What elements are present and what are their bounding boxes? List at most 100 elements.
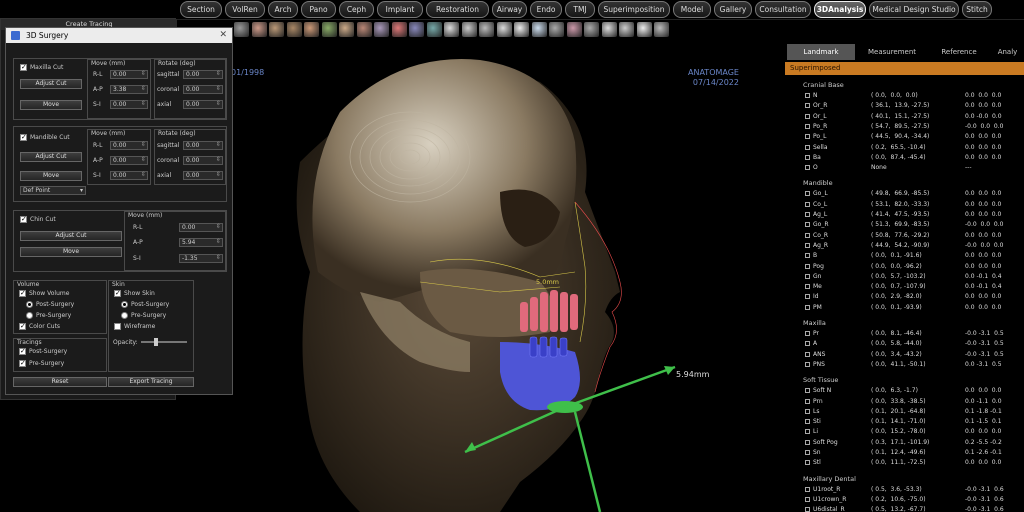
landmark-row[interactable]: Co_R ( 50.8, 77.6, -29.2) 0.0 0.0 0.0: [785, 231, 1024, 241]
tab-arch[interactable]: Arch: [268, 1, 298, 18]
landmark-checkbox[interactable]: [805, 232, 810, 238]
landmark-row[interactable]: Ls ( 0.1, 20.1, -64.8) 0.1 -1.8 -0.1: [785, 407, 1024, 417]
landmark-checkbox[interactable]: [805, 123, 810, 129]
dialog-titlebar[interactable]: 3D Surgery ✕: [6, 28, 232, 43]
skull-side-icon[interactable]: [304, 22, 319, 37]
hand-icon[interactable]: [321, 22, 337, 37]
tab-implant[interactable]: Implant: [377, 1, 423, 18]
landmark-checkbox[interactable]: [805, 134, 810, 140]
tab-stitch[interactable]: Stitch: [962, 1, 992, 18]
volume-pre-surgery-radio[interactable]: [26, 312, 33, 319]
tooth-front-icon[interactable]: [601, 22, 617, 37]
section-header[interactable]: Mandible: [803, 179, 833, 187]
landmark-row[interactable]: Li ( 0.0, 15.2, -78.0) 0.0 0.0 0.0: [785, 427, 1024, 437]
landmark-row[interactable]: Pog ( 0.0, 0.0, -96.2) 0.0 0.0 0.0: [785, 262, 1024, 272]
reset-button[interactable]: Reset: [13, 377, 107, 387]
color-cuts-checkbox[interactable]: [19, 322, 26, 330]
landmark-row[interactable]: Ag_L ( 41.4, 47.5, -93.5) 0.0 0.0 0.0: [785, 210, 1024, 220]
landmark-row[interactable]: Sti ( 0.1, 14.1, -71.0) 0.1 -1.5 0.1: [785, 417, 1024, 427]
export-icon[interactable]: [549, 22, 564, 37]
landmark-row[interactable]: Stl ( 0.0, 11.1, -72.5) 0.0 0.0 0.0: [785, 458, 1024, 468]
landmark-checkbox[interactable]: [805, 154, 810, 160]
landmark-checkbox[interactable]: [805, 429, 810, 435]
tab-reference[interactable]: Reference: [929, 44, 989, 60]
tab-3danalysis[interactable]: 3DAnalysis: [814, 1, 866, 18]
landmark-row[interactable]: Co_L ( 53.1, 82.0, -33.3) 0.0 0.0 0.0: [785, 200, 1024, 210]
landmark-row[interactable]: Pr ( 0.0, 8.1, -46.4) -0.0 -3.1 0.5: [785, 329, 1024, 339]
tab-restoration[interactable]: Restoration: [426, 1, 489, 18]
mandible-coronal-input[interactable]: 0.00: [183, 156, 223, 165]
mandible-sagittal-input[interactable]: 0.00: [183, 141, 223, 150]
landmark-row[interactable]: Id ( 0.0, 2.9, -82.0) 0.0 0.0 0.0: [785, 292, 1024, 302]
landmark-row[interactable]: B ( 0.0, 0.1, -91.6) 0.0 0.0 0.0: [785, 251, 1024, 261]
landmark-checkbox[interactable]: [805, 460, 810, 466]
landmark-row[interactable]: Prn ( 0.0, 33.8, -38.5) 0.0 -1.1 0.0: [785, 397, 1024, 407]
tab-analysis[interactable]: Analy: [991, 44, 1024, 60]
skull-bottom-icon[interactable]: [479, 22, 494, 37]
landmark-row[interactable]: U6distal_R ( 0.5, 13.2, -67.7) -0.0 -3.1 0…: [785, 505, 1024, 512]
wireframe-checkbox[interactable]: [114, 323, 121, 330]
landmark-row[interactable]: Soft Pog ( 0.3, 17.1, -101.9) 0.2 -5.5 -0.…: [785, 438, 1024, 448]
molar-icon[interactable]: [514, 22, 529, 37]
landmark-row[interactable]: Po_L ( 44.5, 90.4, -34.4) 0.0 0.0 0.0: [785, 132, 1024, 142]
landmark-row[interactable]: Or_R ( 36.1, 13.9, -27.5) 0.0 0.0 0.0: [785, 101, 1024, 111]
mandible-move-button[interactable]: Move: [20, 171, 82, 181]
mandible-si-input[interactable]: 0.00: [110, 171, 148, 180]
chin-rl-input[interactable]: 0.00: [179, 223, 223, 232]
tab-superimposition[interactable]: Superimposition: [598, 1, 670, 18]
landmark-checkbox[interactable]: [805, 263, 810, 269]
maxilla-axial-input[interactable]: 0.00: [183, 100, 223, 109]
landmark-row[interactable]: U1crown_R ( 0.2, 10.6, -75.0) -0.0 -3.1 0.…: [785, 495, 1024, 505]
maxilla-ap-input[interactable]: 3.38: [110, 85, 148, 94]
teeth-icon[interactable]: [444, 22, 459, 37]
tab-endo[interactable]: Endo: [530, 1, 562, 18]
landmark-row[interactable]: Sn ( 0.1, 12.4, -49.6) 0.1 -2.6 -0.1: [785, 448, 1024, 458]
settings-icon[interactable]: [636, 22, 652, 37]
show-volume-checkbox[interactable]: [19, 289, 26, 297]
landmark-checkbox[interactable]: [805, 242, 810, 248]
landmark-checkbox[interactable]: [805, 450, 810, 455]
landmark-row[interactable]: A ( 0.0, 5.8, -44.0) -0.0 -3.1 0.5: [785, 339, 1024, 349]
tab-medical-design-studio[interactable]: Medical Design Studio: [869, 1, 959, 18]
skin-post-surgery-radio[interactable]: [121, 301, 128, 308]
skull-front-icon[interactable]: [286, 22, 302, 37]
landmark-checkbox[interactable]: [805, 439, 810, 445]
show-skin-checkbox[interactable]: [114, 289, 121, 297]
chin-si-input[interactable]: -1.35: [179, 254, 223, 263]
maxilla-sagittal-input[interactable]: 0.00: [183, 70, 223, 79]
mandible-rl-input[interactable]: 0.00: [110, 141, 148, 150]
volume-post-surgery-radio[interactable]: [26, 301, 33, 308]
mandible-cut-checkbox[interactable]: [20, 133, 27, 141]
tab-tmj[interactable]: TMJ: [565, 1, 595, 18]
landmark-checkbox[interactable]: [805, 113, 810, 119]
opacity-slider[interactable]: [141, 338, 187, 346]
tab-section[interactable]: Section: [180, 1, 222, 18]
landmark-checkbox[interactable]: [805, 496, 810, 502]
tab-measurement[interactable]: Measurement: [857, 44, 927, 60]
mandible-axial-input[interactable]: 0.00: [183, 171, 223, 180]
skin-pre-surgery-radio[interactable]: [121, 312, 128, 319]
maxilla-cut-checkbox[interactable]: [20, 63, 27, 71]
opacity-slider-thumb[interactable]: [153, 338, 158, 346]
landmark-row[interactable]: Sella ( 0.2, 65.5, -10.4) 0.0 0.0 0.0: [785, 143, 1024, 153]
export-tracing-button[interactable]: Export Tracing: [108, 377, 194, 387]
landmark-checkbox[interactable]: [805, 507, 810, 512]
tab-gallery[interactable]: Gallery: [714, 1, 752, 18]
landmark-row[interactable]: Go_L ( 49.8, 66.9, -85.5) 0.0 0.0 0.0: [785, 189, 1024, 199]
landmark-checkbox[interactable]: [805, 331, 810, 336]
crosshair-icon[interactable]: [391, 22, 407, 37]
tab-consultation[interactable]: Consultation: [755, 1, 811, 18]
landmark-row[interactable]: Me ( 0.0, 0.7, -107.9) 0.0 -0.1 0.4: [785, 282, 1024, 292]
landmark-row[interactable]: ANS ( 0.0, 3.4, -43.2) -0.0 -3.1 0.5: [785, 350, 1024, 360]
landmark-checkbox[interactable]: [805, 201, 810, 207]
close-icon[interactable]: ✕: [219, 28, 227, 43]
landmark-checkbox[interactable]: [805, 165, 810, 171]
tooth-side-icon[interactable]: [619, 22, 634, 37]
landmark-checkbox[interactable]: [805, 284, 810, 290]
maxilla-coronal-input[interactable]: 0.00: [183, 85, 223, 94]
landmark-checkbox[interactable]: [805, 341, 810, 347]
landmark-checkbox[interactable]: [805, 212, 810, 217]
landmark-checkbox[interactable]: [805, 304, 810, 310]
tab-model[interactable]: Model: [673, 1, 711, 18]
chin-ap-input[interactable]: 5.94: [179, 238, 223, 247]
